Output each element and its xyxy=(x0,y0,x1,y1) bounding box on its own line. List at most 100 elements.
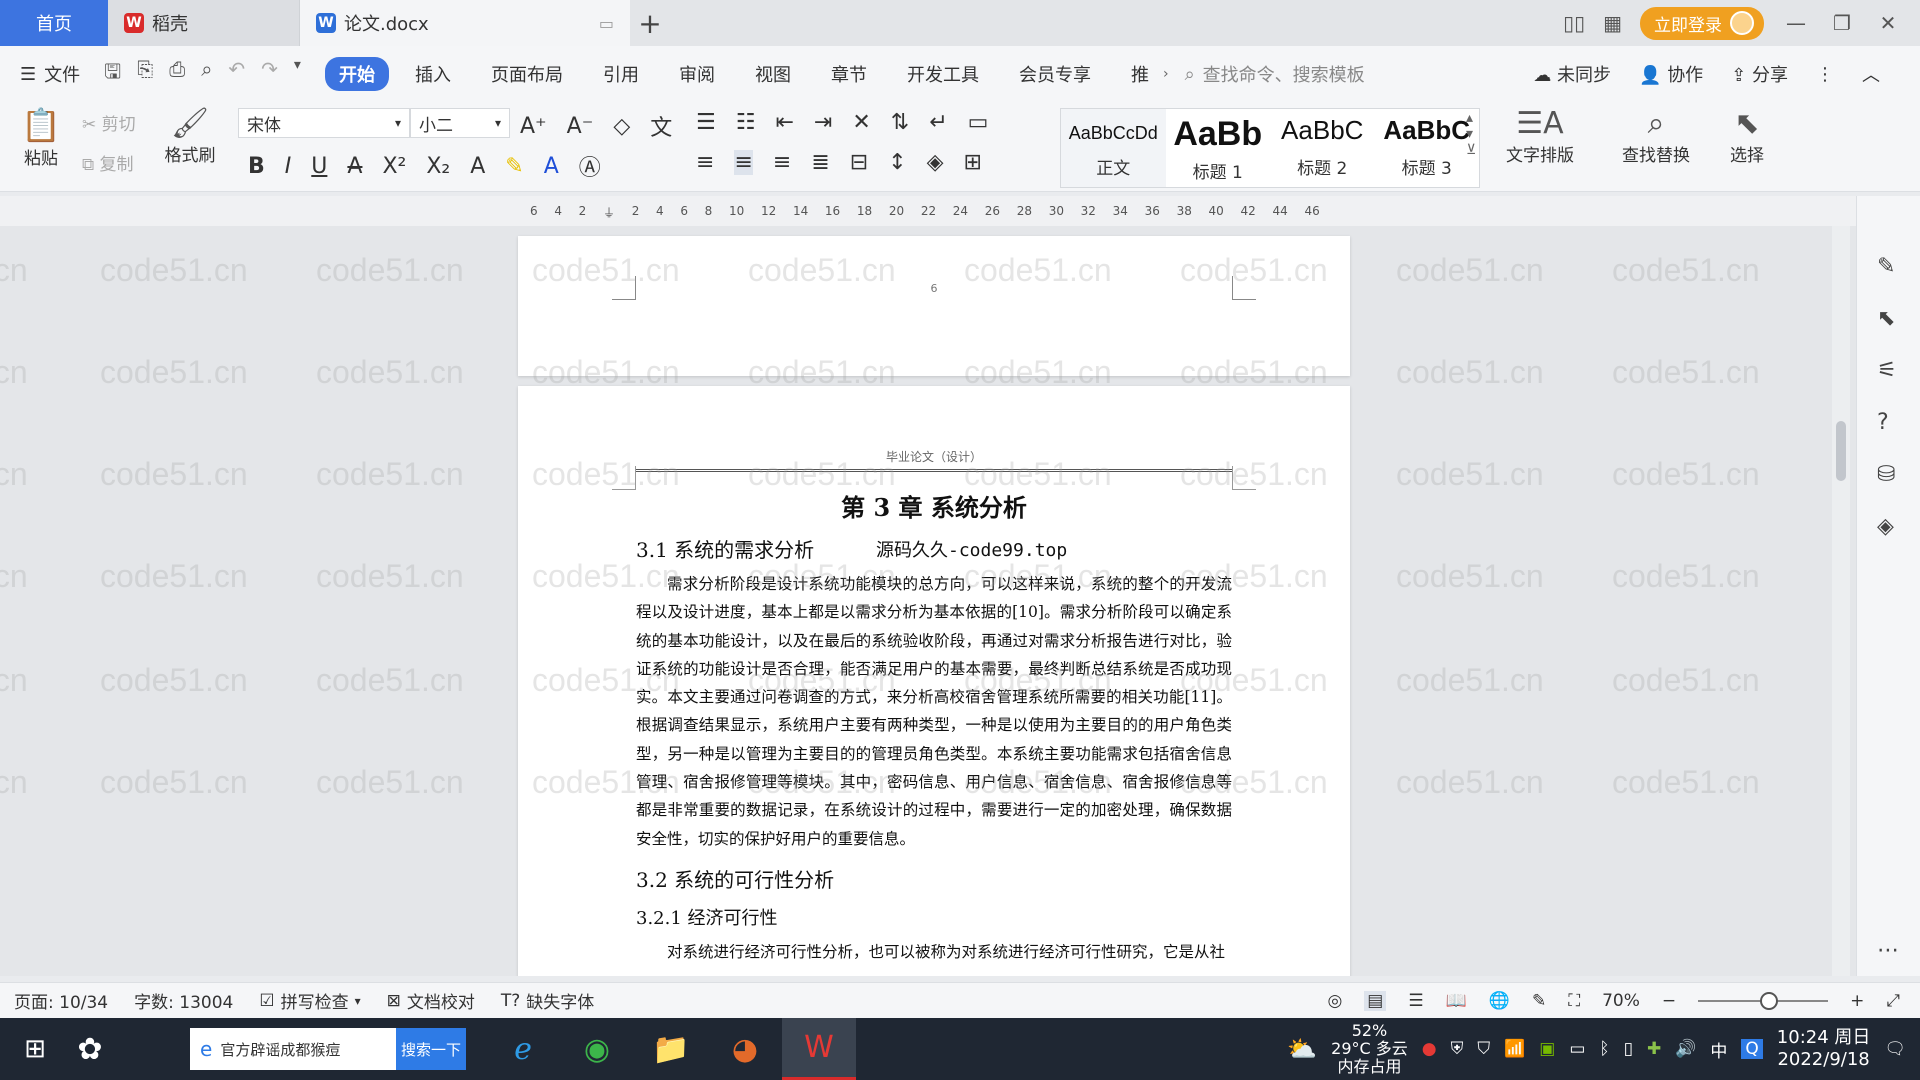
chevron-down-icon[interactable]: ▾ xyxy=(294,57,301,91)
style-heading-3[interactable]: AaBbC 标题 3 xyxy=(1375,109,1480,187)
share-button[interactable]: ⇪ 分享 xyxy=(1731,61,1788,87)
style-heading-2[interactable]: AaBbC 标题 2 xyxy=(1270,109,1375,187)
tab-daoke[interactable]: W 稻壳 xyxy=(108,0,300,46)
backup-icon[interactable]: ⛁ xyxy=(1877,462,1895,487)
zoom-out-icon[interactable]: − xyxy=(1662,991,1676,1011)
tab-recommend[interactable]: 推 xyxy=(1117,57,1163,91)
word-count[interactable]: 字数: 13004 xyxy=(134,988,233,1013)
eye-protection-icon[interactable]: ◎ xyxy=(1327,991,1342,1011)
grid-icon[interactable]: ▦ xyxy=(1603,11,1622,35)
qq-icon[interactable]: Q xyxy=(1741,1039,1763,1059)
superscript-icon[interactable]: X² xyxy=(382,154,406,179)
shrink-font-icon[interactable]: A⁻ xyxy=(567,114,594,139)
font-name-select[interactable]: 宋体 ▾ xyxy=(238,108,410,138)
text-effect-icon[interactable]: A xyxy=(470,154,485,179)
borders-icon[interactable]: ⊞ xyxy=(964,150,982,175)
window-icon[interactable]: ▭ xyxy=(599,14,614,33)
char-border-icon[interactable]: Ⓐ xyxy=(579,150,601,182)
format-painter-button[interactable]: 🖌 格式刷 xyxy=(160,106,220,166)
web-view-icon[interactable]: 🌐 xyxy=(1489,991,1510,1011)
print-preview-icon[interactable]: ⌕ xyxy=(201,57,212,91)
tab-view[interactable]: 视图 xyxy=(741,57,805,91)
file-explorer-icon[interactable]: 📁 xyxy=(634,1018,708,1080)
distribute-icon[interactable]: ⊟ xyxy=(850,150,868,175)
wps-taskbar-icon[interactable]: W xyxy=(782,1018,856,1080)
save-icon[interactable]: 🖫 xyxy=(104,57,121,91)
edit-pen-icon[interactable]: ✎ xyxy=(1877,254,1895,279)
battery-icon[interactable]: ▭ xyxy=(1569,1039,1585,1059)
select-cursor-icon[interactable]: ⬉ xyxy=(1877,306,1895,331)
print-icon[interactable]: ⎙ xyxy=(169,57,185,91)
phonetic-icon[interactable]: 文 xyxy=(650,110,672,142)
sort-icon[interactable]: ⇅ xyxy=(891,110,909,135)
spell-check-button[interactable]: ☑ 拼写检查 ▾ xyxy=(259,988,360,1014)
highlight-icon[interactable]: ✎ xyxy=(505,154,523,179)
volume-icon[interactable]: 🔊 xyxy=(1675,1039,1696,1059)
gallery-scroll-icon[interactable]: ▴ ▾ ⊻ xyxy=(1466,110,1476,158)
internet-explorer-icon[interactable]: ℯ xyxy=(486,1018,560,1080)
zoom-slider[interactable] xyxy=(1698,991,1829,1010)
gpu-icon[interactable]: ▣ xyxy=(1539,1039,1555,1059)
shading-icon[interactable]: ◈ xyxy=(927,150,944,175)
tab-chapter[interactable]: 章节 xyxy=(817,57,881,91)
app-shortcut-icon[interactable]: ✿ xyxy=(70,1018,110,1080)
style-heading-1[interactable]: AaBb 标题 1 xyxy=(1166,109,1271,187)
text-layout-button[interactable]: ☰A 文字排版 xyxy=(1490,106,1590,166)
restore-icon[interactable]: ❐ xyxy=(1828,11,1856,35)
write-mode-icon[interactable]: ✎ xyxy=(1532,991,1546,1011)
fit-page-icon[interactable]: ⛶ xyxy=(1568,991,1580,1011)
page-indicator[interactable]: 页面: 10/34 xyxy=(14,988,108,1013)
align-left-icon[interactable]: ≡ xyxy=(696,150,714,175)
close-icon[interactable]: ✕ xyxy=(1874,11,1902,35)
font-color-icon[interactable]: A xyxy=(544,154,559,179)
page-view-icon[interactable]: ▤ xyxy=(1364,990,1387,1011)
tab-insert[interactable]: 插入 xyxy=(401,57,465,91)
clear-format-icon[interactable]: ◇ xyxy=(613,114,630,139)
vertical-scrollbar[interactable] xyxy=(1832,226,1850,976)
help-icon[interactable]: ? xyxy=(1877,410,1889,435)
font-size-select[interactable]: 小二 ▾ xyxy=(410,108,510,138)
doc-proof-button[interactable]: ⊠ 文档校对 xyxy=(387,988,475,1014)
home-tab[interactable]: 首页 xyxy=(0,0,108,46)
collab-button[interactable]: 👤 协作 xyxy=(1639,61,1703,87)
ruler-icon[interactable]: ▭ xyxy=(968,110,989,135)
command-search[interactable]: ⌕ 查找命令、搜索模板 xyxy=(1185,61,1365,87)
align-right-icon[interactable]: ≡ xyxy=(773,150,791,175)
fullscreen-icon[interactable]: ⤢ xyxy=(1886,991,1900,1011)
current-page[interactable]: 毕业论文（设计） 第 3 章 系统分析 3.1 系统的需求分析 源码久久-cod… xyxy=(518,386,1350,976)
search-button[interactable]: 搜索一下 xyxy=(396,1028,466,1070)
usb-icon[interactable]: ▯ xyxy=(1624,1039,1633,1059)
notification-icon[interactable]: 🗨 xyxy=(1884,1039,1906,1059)
scroll-thumb[interactable] xyxy=(1836,421,1846,481)
tab-home[interactable]: 开始 xyxy=(324,57,389,91)
sync-button[interactable]: ☁ 未同步 xyxy=(1533,61,1611,87)
tab-page-layout[interactable]: 页面布局 xyxy=(477,57,577,91)
tray-green-icon[interactable]: ✚ xyxy=(1647,1039,1661,1059)
strikethrough-icon[interactable]: A xyxy=(347,154,362,179)
tab-document[interactable]: W 论文.docx ▭ xyxy=(300,0,630,46)
line-break-icon[interactable]: ↵ xyxy=(929,110,947,135)
decrease-indent-icon[interactable]: ⇤ xyxy=(775,110,793,135)
tab-references[interactable]: 引用 xyxy=(589,57,653,91)
outline-view-icon[interactable]: ☰ xyxy=(1408,991,1423,1011)
more-icon[interactable]: ⋯ xyxy=(1877,938,1899,963)
subscript-icon[interactable]: X₂ xyxy=(426,154,450,179)
zoom-knob[interactable] xyxy=(1760,991,1779,1010)
style-normal[interactable]: AaBbCcDd 正文 xyxy=(1061,109,1166,187)
more-icon[interactable]: ⋮ xyxy=(1816,64,1834,85)
horizontal-ruler[interactable]: 6 4 2 ⏚ 2 4 6 8 10 12 14 16 18 20 22 24 26 28 30 32 34 36 38 40… xyxy=(0,196,1856,226)
weather-widget[interactable]: 52% 29°C 多云 内存占用 xyxy=(1331,1022,1408,1076)
tab-developer[interactable]: 开发工具 xyxy=(893,57,993,91)
reading-mode-icon[interactable]: ▯▯ xyxy=(1563,11,1585,35)
bullet-list-icon[interactable]: ☰ xyxy=(696,110,716,135)
adjust-icon[interactable]: ⚟ xyxy=(1877,358,1897,383)
browser-icon[interactable]: ◉ xyxy=(560,1018,634,1080)
select-button[interactable]: ⬉ 选择 xyxy=(1712,106,1782,166)
bluetooth-icon[interactable]: ᛒ xyxy=(1599,1039,1609,1059)
file-menu[interactable]: ☰ 文件 xyxy=(20,61,80,87)
tray-security-icon[interactable]: ⛨ xyxy=(1451,1039,1464,1059)
search-input[interactable]: e 官方辟谣成都猴痘 xyxy=(190,1028,396,1070)
tray-app-icon[interactable]: ● xyxy=(1422,1039,1437,1059)
wifi-icon[interactable]: 📶 xyxy=(1504,1039,1525,1059)
italic-icon[interactable]: I xyxy=(285,154,292,179)
